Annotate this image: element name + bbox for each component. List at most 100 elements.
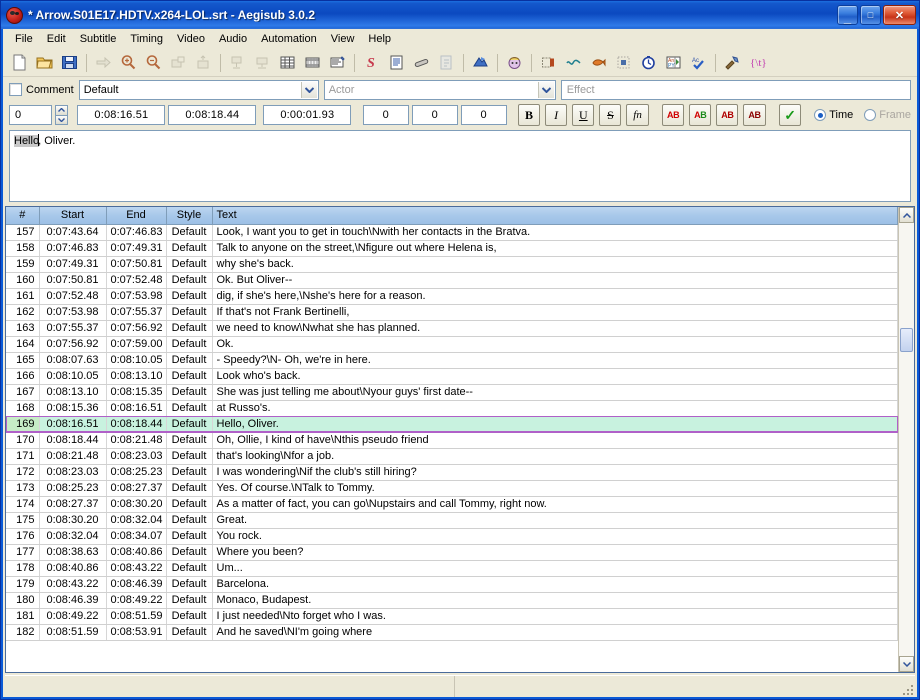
effect-input[interactable]: Effect (560, 79, 911, 100)
style-cell[interactable]: Default (166, 544, 213, 561)
close-button[interactable]: ✕ (883, 5, 916, 25)
table-row[interactable]: 180 0:08:46.39 0:08:49.22 Default Monaco, Bu… (6, 592, 898, 609)
actor-dropdown[interactable]: Actor (323, 79, 556, 100)
start-time-cell[interactable]: 0:08:43.22 (39, 576, 107, 593)
start-time-cell[interactable]: 0:07:49.31 (39, 256, 107, 273)
maximize-button[interactable]: □ (860, 5, 881, 25)
fonts-collector-icon[interactable] (502, 51, 526, 74)
minimize-button[interactable]: _ (837, 5, 858, 25)
text-cell[interactable]: why she's back. (212, 256, 898, 273)
table-row[interactable]: 181 0:08:49.22 0:08:51.59 Default I just nee… (6, 608, 898, 625)
table-row[interactable]: 162 0:07:53.98 0:07:55.37 Default If that's … (6, 304, 898, 321)
chevron-down-icon[interactable] (300, 81, 317, 98)
table-row[interactable]: 159 0:07:49.31 0:07:50.81 Default why she's … (6, 256, 898, 273)
frame-radio-wrap[interactable]: Frame (864, 109, 911, 121)
style-dropdown[interactable]: Default (78, 79, 319, 100)
text-cell[interactable]: Ok. (212, 336, 898, 353)
style-cell[interactable]: Default (166, 496, 213, 513)
table-row[interactable]: 161 0:07:52.48 0:07:53.98 Default dig, if sh… (6, 288, 898, 305)
row-number-cell[interactable]: 167 (6, 384, 40, 401)
row-number-cell[interactable]: 178 (6, 560, 40, 577)
style-cell[interactable]: Default (166, 432, 213, 449)
row-number-cell[interactable]: 166 (6, 368, 40, 385)
column-header-number[interactable]: # (6, 207, 40, 225)
jump-to-icon[interactable] (91, 51, 115, 74)
end-time-cell[interactable]: 0:08:43.22 (106, 560, 167, 577)
end-time-cell[interactable]: 0:08:51.59 (106, 608, 167, 625)
time-radio-wrap[interactable]: Time (814, 109, 853, 121)
style-cell[interactable]: Default (166, 336, 213, 353)
shadow-color-button[interactable]: AB (743, 104, 766, 126)
start-time-cell[interactable]: 0:07:46.83 (39, 240, 107, 257)
play-line-icon[interactable] (536, 51, 560, 74)
table-row[interactable]: 177 0:08:38.63 0:08:40.86 Default Where you … (6, 544, 898, 561)
start-time-cell[interactable]: 0:08:27.37 (39, 496, 107, 513)
row-number-cell[interactable]: 177 (6, 544, 40, 561)
end-time-cell[interactable]: 0:07:53.98 (106, 288, 167, 305)
layer-stepper[interactable] (54, 105, 69, 125)
table-row[interactable]: 175 0:08:30.20 0:08:32.04 Default Great. (6, 512, 898, 529)
column-header-text[interactable]: Text (212, 207, 898, 225)
style-cell[interactable]: Default (166, 624, 213, 641)
start-time-cell[interactable]: 0:08:49.22 (39, 608, 107, 625)
row-number-cell[interactable]: 181 (6, 608, 40, 625)
table-row[interactable]: 172 0:08:23.03 0:08:25.23 Default I was wond… (6, 464, 898, 481)
style-cell[interactable]: Default (166, 288, 213, 305)
text-cell[interactable]: Great. (212, 512, 898, 529)
start-time-input[interactable]: 0:08:16.51 (77, 105, 166, 125)
strikeout-button[interactable]: S (599, 104, 622, 126)
start-time-cell[interactable]: 0:08:13.10 (39, 384, 107, 401)
start-time-cell[interactable]: 0:08:46.39 (39, 592, 107, 609)
table-row[interactable]: 182 0:08:51.59 0:08:53.91 Default And he sav… (6, 624, 898, 641)
font-button[interactable]: fn (626, 104, 649, 126)
style-cell[interactable]: Default (166, 592, 213, 609)
menu-timing[interactable]: Timing (123, 31, 170, 47)
text-cell[interactable]: Monaco, Budapest. (212, 592, 898, 609)
margin-vertical-input[interactable]: 0 (460, 105, 507, 125)
audio-spectrum-icon[interactable] (586, 51, 610, 74)
start-time-cell[interactable]: 0:08:40.86 (39, 560, 107, 577)
end-time-cell[interactable]: 0:08:16.51 (106, 400, 167, 417)
menu-help[interactable]: Help (361, 31, 398, 47)
start-time-cell[interactable]: 0:08:10.05 (39, 368, 107, 385)
style-cell[interactable]: Default (166, 560, 213, 577)
table-row[interactable]: 179 0:08:43.22 0:08:46.39 Default Barcelona. (6, 576, 898, 593)
end-time-cell[interactable]: 0:08:34.07 (106, 528, 167, 545)
zoom-in-icon[interactable] (116, 51, 140, 74)
start-time-cell[interactable]: 0:07:43.64 (39, 224, 107, 241)
export-icon[interactable] (434, 51, 458, 74)
end-time-cell[interactable]: 0:08:46.39 (106, 576, 167, 593)
video-detach-icon[interactable] (166, 51, 190, 74)
start-time-cell[interactable]: 0:08:30.20 (39, 512, 107, 529)
shift-times-icon[interactable] (225, 51, 249, 74)
time-radio[interactable] (814, 109, 827, 121)
text-cell[interactable]: - Speedy?\N- Oh, we're in here. (212, 352, 898, 369)
table-row[interactable]: 171 0:08:21.48 0:08:23.03 Default that's loo… (6, 448, 898, 465)
text-cell[interactable]: If that's not Frank Bertinelli, (212, 304, 898, 321)
style-cell[interactable]: Default (166, 240, 213, 257)
end-time-cell[interactable]: 0:08:10.05 (106, 352, 167, 369)
outline-color-button[interactable]: AB (716, 104, 739, 126)
scroll-up-button[interactable] (899, 207, 914, 223)
end-time-cell[interactable]: 0:08:40.86 (106, 544, 167, 561)
table-row[interactable]: 165 0:08:07.63 0:08:10.05 Default - Speedy?\… (6, 352, 898, 369)
subtitle-edit-box[interactable]: Hello, Oliver. (9, 130, 911, 202)
table-row[interactable]: 167 0:08:13.10 0:08:15.35 Default She was ju… (6, 384, 898, 401)
end-time-cell[interactable]: 0:08:13.10 (106, 368, 167, 385)
table-row[interactable]: 163 0:07:55.37 0:07:56.92 Default we need to… (6, 320, 898, 337)
start-time-cell[interactable]: 0:08:21.48 (39, 448, 107, 465)
text-cell[interactable]: Ok. But Oliver-- (212, 272, 898, 289)
row-number-cell[interactable]: 168 (6, 400, 40, 417)
scrollbar-track[interactable] (899, 223, 914, 656)
start-time-cell[interactable]: 0:08:18.44 (39, 432, 107, 449)
table-row[interactable]: 166 0:08:10.05 0:08:13.10 Default Look who's… (6, 368, 898, 385)
chevron-down-icon[interactable] (537, 81, 554, 98)
start-time-cell[interactable]: 0:07:55.37 (39, 320, 107, 337)
row-number-cell[interactable]: 176 (6, 528, 40, 545)
row-number-cell[interactable]: 159 (6, 256, 40, 273)
shift-times-dialog-icon[interactable] (468, 51, 492, 74)
bold-button[interactable]: B (517, 104, 541, 126)
row-number-cell[interactable]: 161 (6, 288, 40, 305)
row-number-cell[interactable]: 174 (6, 496, 40, 513)
table-row[interactable]: 164 0:07:56.92 0:07:59.00 Default Ok. (6, 336, 898, 353)
